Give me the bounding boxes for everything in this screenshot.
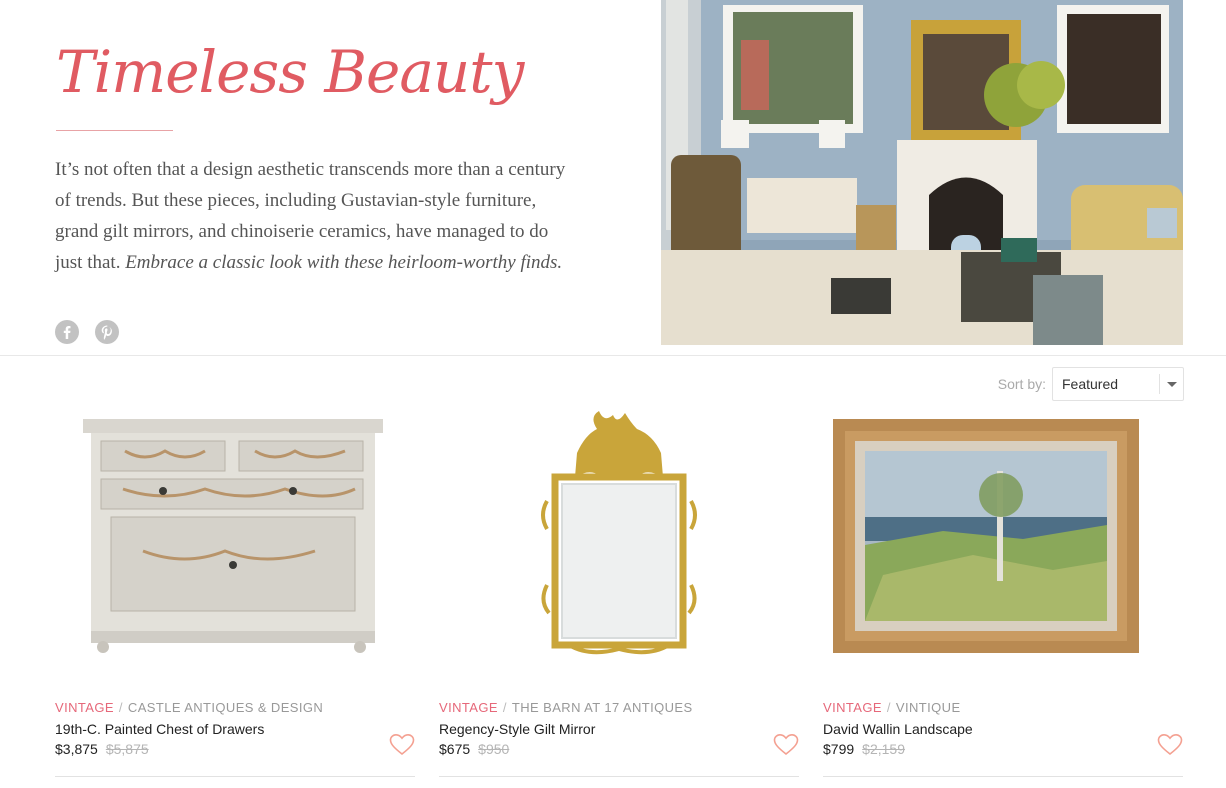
product-meta: VINTAGE / THE BARN AT 17 ANTIQUES — [439, 700, 769, 715]
product-seller[interactable]: CASTLE ANTIQUES & DESIGN — [128, 700, 323, 715]
meta-separator: / — [886, 700, 891, 715]
product-image-chest[interactable] — [55, 405, 415, 665]
pinterest-icon[interactable] — [95, 320, 119, 344]
sort-select[interactable]: Featured — [1052, 367, 1184, 401]
sort-selected-value: Featured — [1062, 376, 1119, 392]
section-divider — [0, 355, 1226, 356]
heart-icon[interactable] — [389, 733, 415, 757]
original-price: $5,875 — [105, 741, 149, 757]
product-name[interactable]: 19th-C. Painted Chest of Drawers — [55, 721, 264, 737]
product-card[interactable]: VINTAGE / CASTLE ANTIQUES & DESIGN 19th-C.… — [55, 405, 415, 777]
card-divider — [823, 776, 1183, 777]
product-price: $799 $2,159 — [823, 741, 905, 757]
product-image-landscape-painting[interactable] — [823, 405, 1183, 665]
current-price: $675 — [439, 741, 471, 757]
card-divider — [55, 776, 415, 777]
product-category[interactable]: VINTAGE — [55, 700, 114, 715]
product-name[interactable]: Regency-Style Gilt Mirror — [439, 721, 595, 737]
original-price: $950 — [478, 741, 510, 757]
heart-icon[interactable] — [1157, 733, 1183, 757]
hero-section: Timeless Beauty It’s not often that a de… — [0, 0, 1226, 356]
product-category[interactable]: VINTAGE — [823, 700, 882, 715]
meta-separator: / — [118, 700, 123, 715]
sort-label: Sort by: — [997, 376, 1046, 392]
original-price: $2,159 — [862, 741, 905, 757]
hero-emphasis-text: Embrace a classic look with these heirlo… — [125, 252, 563, 273]
product-card[interactable]: VINTAGE / VINTIQUE David Wallin Landscape … — [823, 405, 1183, 777]
current-price: $3,875 — [55, 741, 98, 757]
product-meta: VINTAGE / VINTIQUE — [823, 700, 1153, 715]
current-price: $799 — [823, 741, 855, 757]
product-card[interactable]: VINTAGE / THE BARN AT 17 ANTIQUES Regency-… — [439, 405, 799, 777]
hero-description: It’s not often that a design aesthetic t… — [55, 154, 575, 278]
page-title: Timeless Beauty — [56, 38, 524, 106]
meta-separator: / — [502, 700, 507, 715]
product-name[interactable]: David Wallin Landscape — [823, 721, 973, 737]
product-seller[interactable]: VINTIQUE — [896, 700, 961, 715]
title-divider — [56, 130, 173, 131]
product-category[interactable]: VINTAGE — [439, 700, 498, 715]
product-price: $675 $950 — [439, 741, 509, 757]
product-image-mirror[interactable] — [439, 405, 799, 665]
hero-image-living-room — [661, 0, 1183, 345]
product-meta: VINTAGE / CASTLE ANTIQUES & DESIGN — [55, 700, 385, 715]
social-share — [55, 320, 119, 344]
chevron-down-icon — [1159, 374, 1183, 394]
card-divider — [439, 776, 799, 777]
facebook-icon[interactable] — [55, 320, 79, 344]
product-price: $3,875 $5,875 — [55, 741, 149, 757]
sort-control: Sort by: Featured — [998, 367, 1184, 401]
product-seller[interactable]: THE BARN AT 17 ANTIQUES — [512, 700, 693, 715]
heart-icon[interactable] — [773, 733, 799, 757]
